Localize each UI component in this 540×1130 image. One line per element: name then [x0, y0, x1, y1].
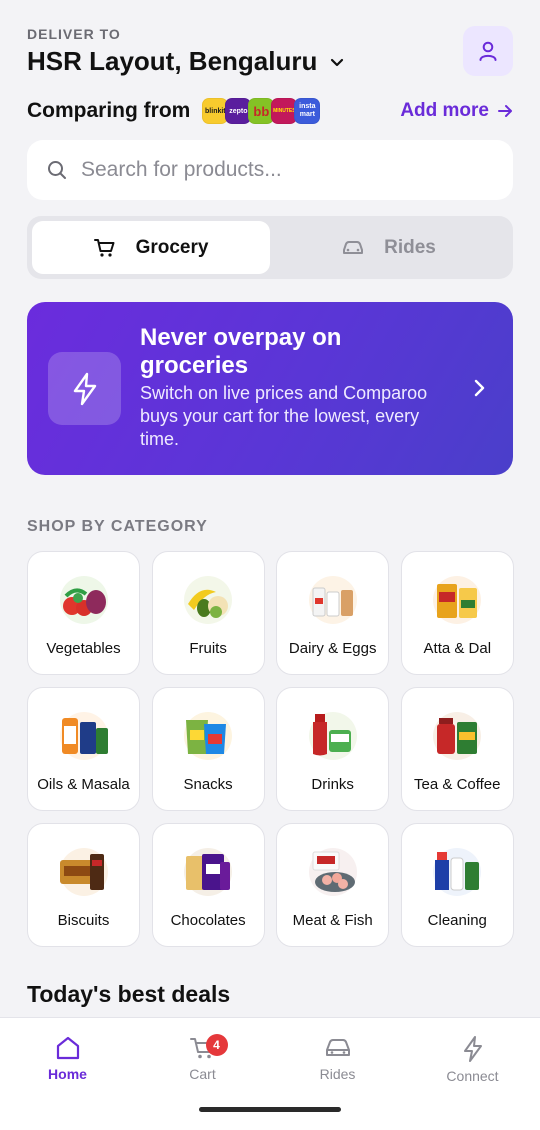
- store-logos: blinkit zepto bb MINUTES insta mart: [202, 98, 321, 124]
- deals-title: Today's best deals: [27, 981, 231, 1007]
- deliver-to-label: DELIVER TO: [27, 26, 121, 42]
- oils-masala-image: [59, 712, 108, 760]
- category-label: Fruits: [189, 640, 227, 657]
- banner-subtitle: Switch on live prices and Comparoo buys …: [140, 383, 428, 449]
- add-more-label: Add more: [400, 100, 489, 121]
- category-snacks[interactable]: Snacks: [151, 687, 265, 811]
- category-label: Dairy & Eggs: [288, 640, 377, 657]
- store-logo-instamart: insta mart: [294, 98, 321, 124]
- snacks-image: [184, 712, 233, 760]
- category-atta-dal[interactable]: Atta & Dal: [400, 551, 514, 675]
- comparing-label: Comparing from: [27, 99, 191, 122]
- category-chocolates[interactable]: Chocolates: [151, 823, 265, 947]
- add-more-link[interactable]: Add more: [400, 100, 513, 122]
- biscuits-image: [59, 848, 108, 896]
- category-grid: Vegetables Fruits Dairy & Eggs Atta & Da…: [27, 551, 514, 947]
- category-vegetables[interactable]: Vegetables: [27, 551, 140, 675]
- category-drinks[interactable]: Drinks: [276, 687, 390, 811]
- mode-switcher: Grocery Rides: [27, 216, 513, 279]
- nav-home-label: Home: [48, 1066, 87, 1082]
- search-input[interactable]: [81, 158, 461, 182]
- drinks-image: [308, 712, 357, 760]
- tab-grocery[interactable]: Grocery: [32, 221, 270, 274]
- location-text: HSR Layout, Bengaluru: [27, 46, 318, 76]
- location-selector[interactable]: HSR Layout, Bengaluru: [27, 46, 513, 77]
- car-icon: [325, 1039, 350, 1056]
- comparing-row: Comparing from blinkit zepto bb MINUTES …: [27, 96, 513, 126]
- category-meat-fish[interactable]: Meat & Fish: [276, 823, 390, 947]
- category-label: Cleaning: [427, 912, 487, 929]
- category-fruits[interactable]: Fruits: [151, 551, 265, 675]
- vegetables-image: [59, 576, 108, 624]
- category-label: Oils & Masala: [37, 776, 130, 793]
- banner-title: Never overpay on groceries: [140, 324, 342, 379]
- fruits-image: [184, 576, 233, 624]
- nav-cart[interactable]: 4 Cart: [135, 1018, 270, 1130]
- category-biscuits[interactable]: Biscuits: [27, 823, 140, 947]
- tab-rides-label: Rides: [384, 236, 436, 258]
- category-label: Meat & Fish: [292, 912, 373, 929]
- cart-icon: [93, 238, 115, 257]
- chocolates-image: [184, 848, 233, 896]
- nav-rides-label: Rides: [319, 1066, 356, 1082]
- category-dairy-eggs[interactable]: Dairy & Eggs: [276, 551, 390, 675]
- category-label: Snacks: [183, 776, 233, 793]
- promo-banner[interactable]: Never overpay on groceries Switch on liv…: [27, 302, 513, 475]
- nav-connect-label: Connect: [446, 1068, 499, 1084]
- cleaning-image: [433, 848, 482, 896]
- category-cleaning[interactable]: Cleaning: [400, 823, 514, 947]
- profile-button[interactable]: [463, 26, 513, 76]
- category-label: Biscuits: [57, 912, 110, 929]
- search-icon: [48, 161, 66, 179]
- meat-fish-image: [308, 848, 357, 896]
- category-label: Tea & Coffee: [414, 776, 501, 793]
- tab-rides[interactable]: Rides: [270, 221, 508, 274]
- home-indicator: [199, 1107, 341, 1112]
- category-label: Chocolates: [170, 912, 246, 929]
- category-label: Vegetables: [46, 640, 121, 657]
- arrow-right-icon: [498, 105, 512, 117]
- chevron-right-icon: [474, 379, 485, 397]
- category-label: Drinks: [311, 776, 354, 793]
- nav-rides[interactable]: Rides: [270, 1018, 405, 1130]
- search-bar[interactable]: [27, 140, 513, 200]
- nav-cart-label: Cart: [189, 1066, 216, 1082]
- chevron-down-icon: [331, 58, 344, 66]
- tea-coffee-image: [433, 712, 482, 760]
- user-icon: [479, 41, 497, 61]
- section-title: SHOP BY CATEGORY: [27, 518, 208, 535]
- nav-connect[interactable]: Connect: [405, 1018, 540, 1130]
- header: DELIVER TO HSR Layout, Bengaluru: [27, 26, 513, 78]
- category-label: Atta & Dal: [423, 640, 492, 657]
- home-icon: [56, 1036, 79, 1060]
- atta-dal-image: [433, 576, 482, 624]
- bottom-nav: Home 4 Cart Rides Connect: [0, 1017, 540, 1130]
- tab-grocery-label: Grocery: [135, 236, 209, 258]
- bolt-icon: [48, 352, 121, 425]
- bolt-icon: [463, 1036, 482, 1062]
- dairy-eggs-image: [308, 576, 357, 624]
- nav-home[interactable]: Home: [0, 1018, 135, 1130]
- cart-count-badge: 4: [205, 1034, 228, 1056]
- category-tea-coffee[interactable]: Tea & Coffee: [400, 687, 514, 811]
- category-oils-masala[interactable]: Oils & Masala: [27, 687, 140, 811]
- car-icon: [343, 240, 364, 254]
